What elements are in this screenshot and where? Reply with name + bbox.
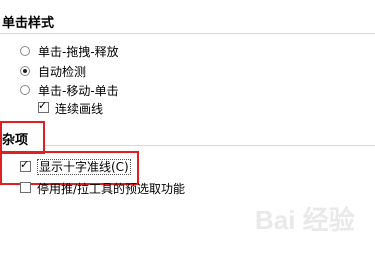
radio-click-move-click[interactable]: 单击-移动-单击 — [20, 82, 280, 98]
radio-button[interactable] — [20, 85, 30, 95]
radio-click-drag-release[interactable]: 单击-拖拽-释放 — [20, 43, 280, 59]
checkbox-continuous-line[interactable]: ✓ 连续画线 — [38, 99, 238, 116]
section-divider — [45, 145, 375, 146]
watermark-logo: Bai 经验 — [255, 205, 355, 235]
checkbox-label: 停用推/拉工具的预选取功能 — [37, 182, 186, 196]
section-divider — [0, 33, 375, 34]
checkbox-disable-preselect[interactable]: 停用推/拉工具的预选取功能 — [20, 180, 280, 196]
radio-button[interactable] — [20, 46, 30, 56]
checkbox[interactable]: ✓ — [38, 99, 49, 113]
radio-auto-detect[interactable]: 自动检测 — [20, 63, 280, 79]
radio-button-selected[interactable] — [20, 66, 30, 76]
checkbox[interactable] — [20, 182, 31, 193]
checkbox-label: 连续画线 — [55, 102, 104, 116]
check-mark-icon: ✓ — [20, 158, 30, 171]
check-mark-icon: ✓ — [38, 99, 48, 112]
section-title-misc: 杂项 — [2, 133, 29, 148]
checkbox-label: 显示十字准线(C) — [37, 159, 131, 175]
checkbox[interactable]: ✓ — [20, 158, 31, 172]
checkbox-show-crosshair[interactable]: ✓ 显示十字准线(C) — [20, 158, 135, 175]
radio-label: 单击-拖拽-释放 — [38, 45, 119, 59]
radio-label: 自动检测 — [38, 65, 87, 79]
section-title-click-style: 单击样式 — [2, 16, 55, 31]
radio-label: 单击-移动-单击 — [38, 84, 119, 98]
